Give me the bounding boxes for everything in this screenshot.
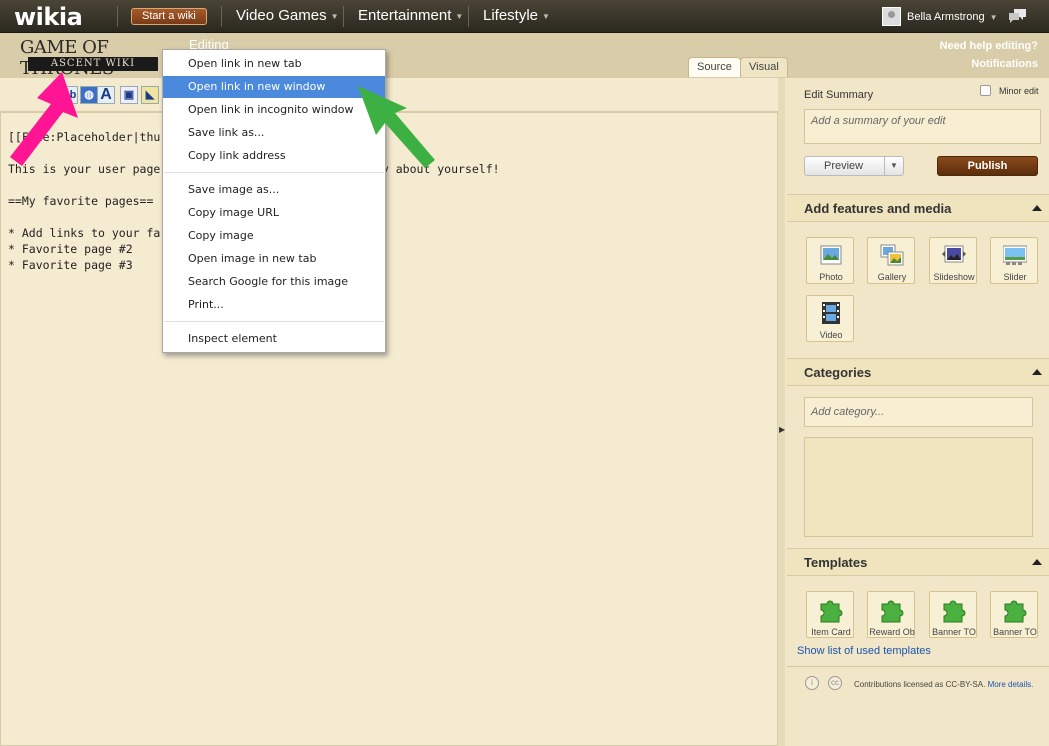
menu-item-print[interactable]: Print... bbox=[163, 294, 385, 316]
menu-item-inspect[interactable]: Inspect element bbox=[163, 328, 385, 350]
add-category-input[interactable]: Add category... bbox=[804, 397, 1033, 427]
photo-button[interactable]: Photo bbox=[806, 237, 854, 284]
menu-item-copy-image[interactable]: Copy image bbox=[163, 225, 385, 247]
edit-summary-label: Edit Summary bbox=[804, 89, 874, 101]
slider-button[interactable]: Slider bbox=[990, 237, 1038, 284]
template-label: Reward Ob bbox=[869, 627, 915, 637]
chevron-down-icon: ▼ bbox=[330, 11, 339, 21]
notifications-link[interactable]: Notifications bbox=[971, 58, 1038, 70]
slideshow-label: Slideshow bbox=[933, 272, 975, 282]
info-icon: i bbox=[805, 676, 819, 690]
template-reward[interactable]: Reward Ob bbox=[867, 591, 915, 638]
editor-line: * Favorite page #2 bbox=[8, 242, 133, 256]
nav-divider bbox=[221, 6, 222, 27]
menu-item-copy-image-url[interactable]: Copy image URL bbox=[163, 202, 385, 224]
nav-lifestyle[interactable]: Lifestyle ▼ bbox=[483, 7, 550, 24]
more-details-link[interactable]: More details. bbox=[988, 680, 1034, 689]
video-icon bbox=[822, 302, 840, 324]
show-templates-link[interactable]: Show list of used templates bbox=[797, 645, 931, 657]
media-tool-button[interactable]: ◣ bbox=[141, 86, 159, 104]
collapse-icon[interactable] bbox=[1032, 369, 1042, 375]
template-item-card[interactable]: Item Card bbox=[806, 591, 854, 638]
editor-line: [[File:Placeholder|thu bbox=[8, 130, 161, 144]
minor-edit-checkbox[interactable] bbox=[980, 85, 991, 96]
need-help-link[interactable]: Need help editing? bbox=[940, 40, 1038, 52]
gallery-label: Gallery bbox=[877, 272, 907, 282]
avatar[interactable] bbox=[882, 7, 901, 26]
slideshow-button[interactable]: Slideshow bbox=[929, 237, 977, 284]
menu-item-copy-link[interactable]: Copy link address bbox=[163, 145, 385, 167]
chevron-down-icon: ▼ bbox=[455, 11, 464, 21]
publish-button[interactable]: Publish bbox=[937, 156, 1038, 176]
nav-divider bbox=[468, 6, 469, 27]
image-tool-button[interactable]: ▣ bbox=[120, 86, 138, 104]
context-menu: Open link in new tab Open link in new wi… bbox=[162, 49, 386, 353]
photo-icon bbox=[820, 245, 842, 265]
globe-icon[interactable]: ◍ bbox=[80, 86, 98, 104]
menu-separator bbox=[164, 321, 384, 322]
video-button[interactable]: Video bbox=[806, 295, 854, 342]
chat-icon[interactable] bbox=[1008, 8, 1028, 24]
collapse-icon[interactable] bbox=[1032, 559, 1042, 565]
category-list bbox=[804, 437, 1033, 537]
nav-divider bbox=[117, 6, 118, 27]
chevron-down-icon: ▼ bbox=[542, 11, 550, 21]
slider-label: Slider bbox=[1003, 272, 1027, 282]
categories-title: Categories bbox=[804, 365, 872, 380]
editor-line: ==My favorite pages== bbox=[8, 194, 154, 208]
features-title: Add features and media bbox=[804, 201, 952, 216]
start-wiki-button[interactable]: Start a wiki bbox=[131, 8, 207, 25]
edit-summary-input[interactable]: Add a summary of your edit bbox=[804, 109, 1041, 144]
chevron-down-icon[interactable]: ▼ bbox=[884, 157, 903, 175]
gallery-button[interactable]: Gallery bbox=[867, 237, 915, 284]
wiki-logo-subtitle: ASCENT WIKI bbox=[28, 57, 158, 71]
editor-line: * Add links to your fa bbox=[8, 226, 161, 240]
puzzle-icon bbox=[881, 600, 904, 623]
nav-divider bbox=[343, 6, 344, 27]
template-label: Banner TO bbox=[993, 627, 1037, 637]
template-banner-toc-2[interactable]: Banner TO bbox=[990, 591, 1038, 638]
template-banner-toc[interactable]: Banner TO bbox=[929, 591, 977, 638]
puzzle-icon bbox=[1004, 600, 1027, 623]
editor-line: * Favorite page #3 bbox=[8, 258, 133, 272]
templates-title: Templates bbox=[804, 555, 868, 570]
collapse-icon[interactable] bbox=[1032, 205, 1042, 211]
menu-item-search-google[interactable]: Search Google for this image bbox=[163, 271, 385, 293]
headline-tool-button[interactable]: A bbox=[97, 86, 115, 104]
minor-edit-label: Minor edit bbox=[999, 86, 1039, 96]
nav-video-games[interactable]: Video Games ▼ bbox=[236, 7, 339, 24]
wiki-logo[interactable]: GAME OF THRONES ASCENT WIKI bbox=[16, 37, 168, 79]
menu-item-open-new-tab[interactable]: Open link in new tab bbox=[163, 53, 385, 75]
divider bbox=[787, 666, 1049, 667]
cc-icon: cc bbox=[828, 676, 842, 690]
puzzle-icon bbox=[820, 600, 843, 623]
menu-item-open-image-tab[interactable]: Open image in new tab bbox=[163, 248, 385, 270]
rail-splitter[interactable] bbox=[778, 78, 785, 746]
nav-entertainment[interactable]: Entertainment ▼ bbox=[358, 7, 463, 24]
tab-visual[interactable]: Visual bbox=[740, 57, 788, 77]
menu-item-save-link[interactable]: Save link as... bbox=[163, 122, 385, 144]
menu-separator bbox=[164, 172, 384, 173]
gallery-icon bbox=[880, 244, 904, 266]
template-label: Banner TO bbox=[932, 627, 976, 637]
user-menu[interactable]: Bella Armstrong ▼ bbox=[907, 11, 998, 23]
editor-toolbar bbox=[0, 78, 785, 112]
slideshow-icon bbox=[942, 245, 966, 263]
video-label: Video bbox=[819, 330, 843, 340]
wikia-logo[interactable]: wikia bbox=[14, 3, 83, 31]
template-label: Item Card bbox=[811, 627, 851, 637]
menu-item-open-new-window[interactable]: Open link in new window bbox=[163, 76, 385, 98]
tab-source[interactable]: Source bbox=[688, 57, 741, 77]
puzzle-icon bbox=[943, 600, 966, 623]
photo-label: Photo bbox=[819, 272, 843, 282]
menu-item-open-incognito[interactable]: Open link in incognito window bbox=[163, 99, 385, 121]
slider-icon bbox=[1003, 245, 1027, 265]
menu-item-save-image[interactable]: Save image as... bbox=[163, 179, 385, 201]
license-text: Contributions licensed as CC-BY-SA. More… bbox=[854, 680, 1034, 689]
italic-tool-button[interactable]: Ab bbox=[60, 86, 78, 104]
